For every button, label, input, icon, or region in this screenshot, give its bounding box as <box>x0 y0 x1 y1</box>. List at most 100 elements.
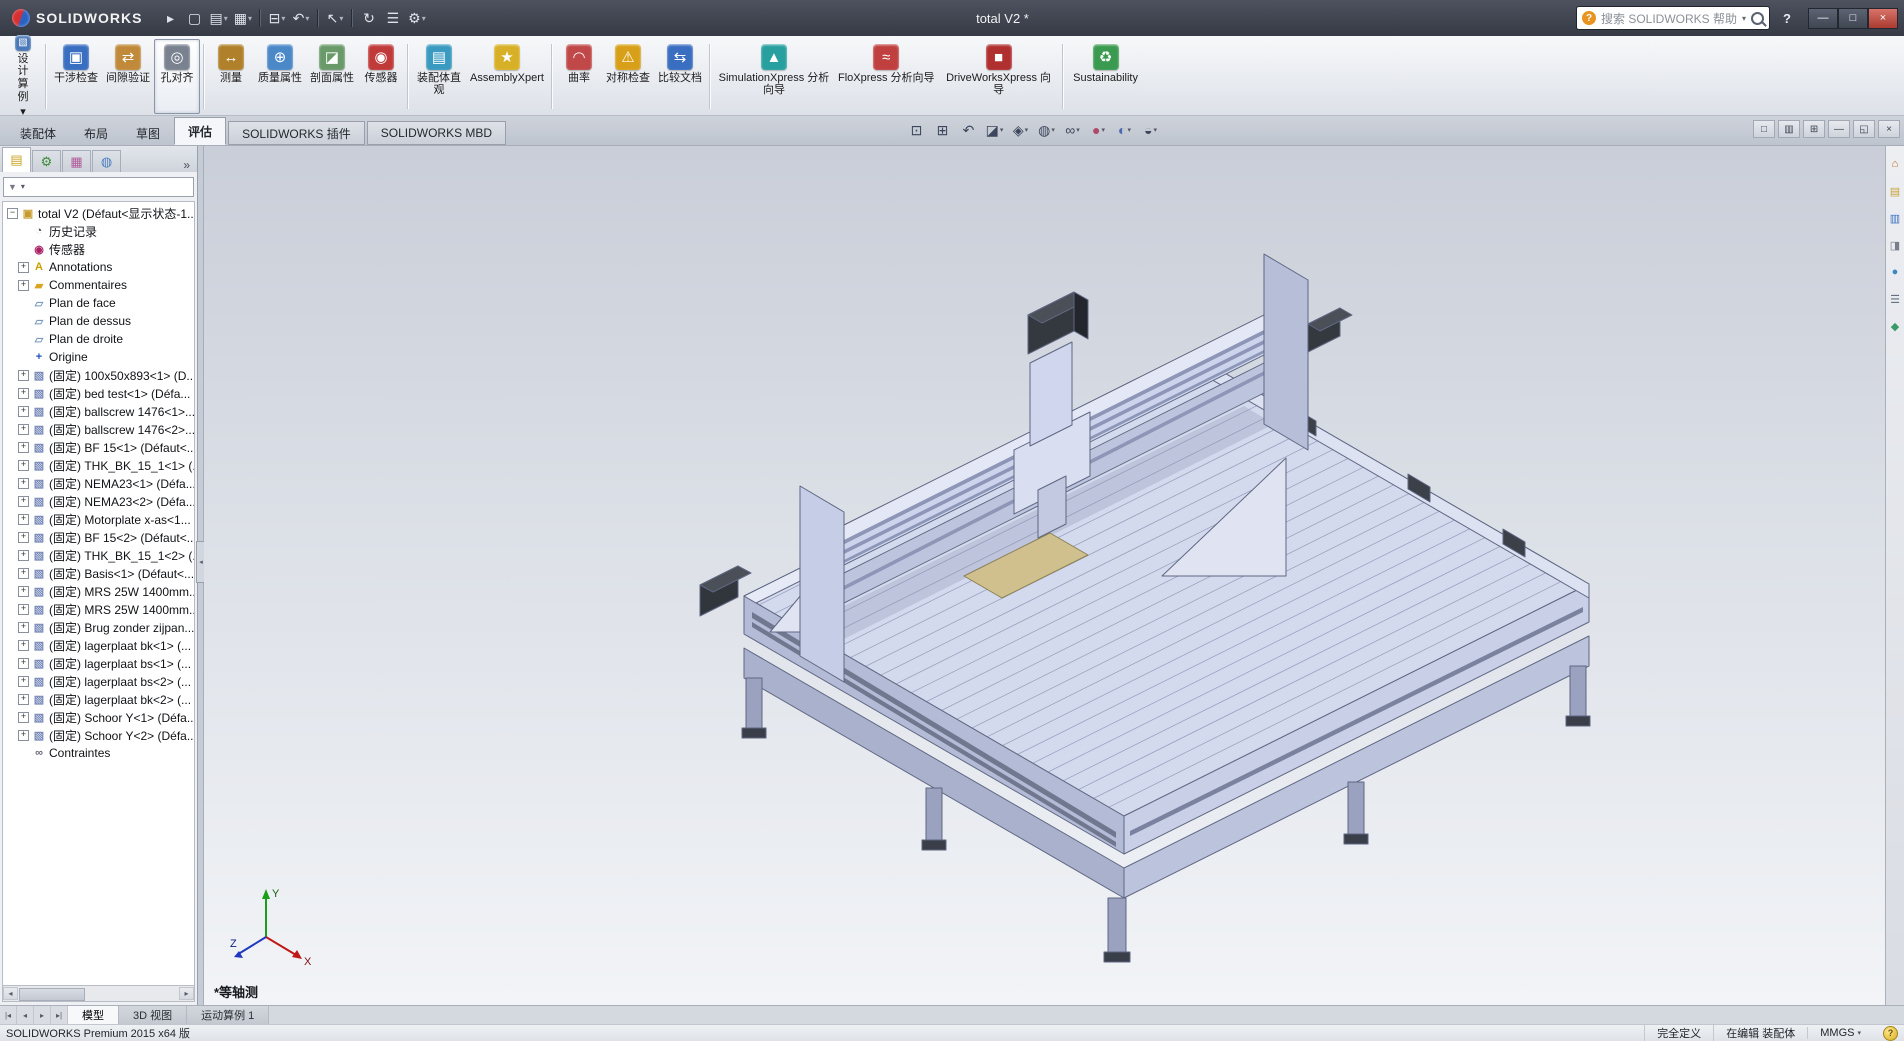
tree-item[interactable]: +▧(固定) NEMA23<1> (Défa... <box>3 474 194 492</box>
cnc-machine-model[interactable] <box>204 146 1885 1005</box>
tree-filter-input[interactable]: ▼ ▾ <box>3 177 194 197</box>
tree-item[interactable]: +▧(固定) Brug zonder zijpan... <box>3 618 194 636</box>
doc-minimize-button[interactable]: — <box>1828 120 1850 138</box>
expander-plus-icon[interactable]: + <box>18 280 29 291</box>
expander-plus-icon[interactable]: + <box>18 370 29 381</box>
command-tab-4[interactable]: SOLIDWORKS 插件 <box>228 121 365 145</box>
scrollbar-track[interactable] <box>18 987 179 1000</box>
select-button[interactable]: ↖▾ <box>323 5 347 31</box>
expander-plus-icon[interactable]: + <box>18 694 29 705</box>
tree-item[interactable]: +▧(固定) lagerplaat bs<1> (... <box>3 654 194 672</box>
tree-item[interactable]: +▧(固定) ballscrew 1476<2>... <box>3 420 194 438</box>
filter-dropdown-icon[interactable]: ▾ <box>21 182 25 191</box>
zoom-fit-button[interactable]: ⊡ <box>905 118 928 142</box>
tree-item[interactable]: +▧(固定) bed test<1> (Défa... <box>3 384 194 402</box>
forum-button[interactable]: ◆ <box>1887 318 1903 334</box>
expander-plus-icon[interactable]: + <box>18 262 29 273</box>
section-properties-button[interactable]: ◪剖面属性 <box>306 39 358 114</box>
document-tab-0[interactable]: 模型 <box>68 1006 119 1024</box>
scrollbar-thumb[interactable] <box>19 988 85 1001</box>
expander-plus-icon[interactable]: + <box>18 640 29 651</box>
expander-plus-icon[interactable]: + <box>18 730 29 741</box>
hole-alignment-button[interactable]: ◎孔对齐 <box>154 39 200 114</box>
mass-properties-button[interactable]: ⊕质量属性 <box>254 39 306 114</box>
split-two-view-button[interactable]: ▥ <box>1778 120 1800 138</box>
symmetry-check-button[interactable]: ⚠对称检查 <box>602 39 654 114</box>
options-button[interactable]: ⚙▾ <box>405 5 429 31</box>
single-view-button[interactable]: □ <box>1753 120 1775 138</box>
file-explorer-button[interactable]: ▥ <box>1887 210 1903 226</box>
simulationxpress-wizard-button[interactable]: ▲SimulationXpress 分析向导 <box>714 39 834 114</box>
displaymanager-tab[interactable]: ◍ <box>92 150 121 172</box>
panel-expand-button[interactable]: » <box>178 158 195 172</box>
next-tab-button[interactable]: ▸ <box>34 1006 51 1024</box>
tree-item[interactable]: +▧(固定) MRS 25W 1400mm... <box>3 600 194 618</box>
interference-detection-button[interactable]: ▣干涉检查 <box>50 39 102 114</box>
tree-item[interactable]: +▧(固定) NEMA23<2> (Défa... <box>3 492 194 510</box>
previous-view-button[interactable]: ↶ <box>957 118 980 142</box>
doc-close-button[interactable]: × <box>1878 120 1900 138</box>
sustainability-button[interactable]: ♻Sustainability <box>1067 39 1145 114</box>
view-settings-button[interactable]: ◒▾ <box>1139 118 1162 142</box>
expander-plus-icon[interactable]: + <box>18 568 29 579</box>
tree-item[interactable]: +▧(固定) lagerplaat bs<2> (... <box>3 672 194 690</box>
tree-item[interactable]: −▣total V2 (Défaut<显示状态-1... <box>3 204 194 222</box>
curvature-button[interactable]: ◠曲率 <box>556 39 602 114</box>
expander-plus-icon[interactable]: + <box>18 622 29 633</box>
hide-show-items-button[interactable]: ∞▾ <box>1061 118 1084 142</box>
edit-appearance-button[interactable]: ●▾ <box>1087 118 1110 142</box>
command-tab-3[interactable]: 评估 <box>174 117 226 145</box>
driveworksxpress-wizard-button[interactable]: ■DriveWorksXpress 向导 <box>939 39 1059 114</box>
section-view-button[interactable]: ◪▾ <box>983 118 1006 142</box>
custom-properties-button[interactable]: ☰ <box>1887 291 1903 307</box>
tree-item[interactable]: +Origine <box>3 348 194 366</box>
sensor-button[interactable]: ◉传感器 <box>358 39 404 114</box>
search-input[interactable]: ? 搜索 SOLIDWORKS 帮助 ▾ <box>1576 6 1770 30</box>
zoom-area-button[interactable]: ⊞ <box>931 118 954 142</box>
expander-plus-icon[interactable]: + <box>18 658 29 669</box>
scroll-right-button[interactable]: ▸ <box>179 987 194 1000</box>
tree-item[interactable]: +▧(固定) Schoor Y<1> (Défa... <box>3 708 194 726</box>
tree-item[interactable]: +▧(固定) MRS 25W 1400mm... <box>3 582 194 600</box>
prev-tab-button[interactable]: ◂ <box>17 1006 34 1024</box>
tree-item[interactable]: +▧(固定) BF 15<2> (Défaut<... <box>3 528 194 546</box>
command-tab-1[interactable]: 布局 <box>70 121 122 145</box>
file-properties-button[interactable]: ☰ <box>381 5 405 31</box>
help-button[interactable]: ? <box>1776 7 1798 29</box>
command-tab-5[interactable]: SOLIDWORKS MBD <box>367 121 506 145</box>
maximize-button[interactable]: □ <box>1838 8 1868 29</box>
display-style-button[interactable]: ◍▾ <box>1035 118 1058 142</box>
design-library-button[interactable]: ▤ <box>1887 183 1903 199</box>
tree-item[interactable]: +▧(固定) Basis<1> (Défaut<... <box>3 564 194 582</box>
expander-plus-icon[interactable]: + <box>18 442 29 453</box>
expander-plus-icon[interactable]: + <box>18 388 29 399</box>
expander-plus-icon[interactable]: + <box>18 496 29 507</box>
tree-item[interactable]: +▧(固定) THK_BK_15_1<1> (... <box>3 456 194 474</box>
propertymanager-tab[interactable]: ⚙ <box>32 150 61 172</box>
assemblyxpert-button[interactable]: ★AssemblyXpert <box>466 39 548 114</box>
document-tab-1[interactable]: 3D 视图 <box>119 1006 187 1024</box>
expander-plus-icon[interactable]: + <box>18 532 29 543</box>
first-tab-button[interactable]: |◂ <box>0 1006 17 1024</box>
save-button[interactable]: ▦▾ <box>231 5 255 31</box>
tree-item[interactable]: +▧(固定) BF 15<1> (Défaut<... <box>3 438 194 456</box>
tree-item[interactable]: ◉传感器 <box>3 240 194 258</box>
expander-plus-icon[interactable]: + <box>18 604 29 615</box>
quick-tips-icon[interactable]: ? <box>1883 1026 1898 1041</box>
new-document-button[interactable]: ▢ <box>182 5 206 31</box>
assembly-visualization-button[interactable]: ▤装配体直观 <box>412 39 466 114</box>
solidworks-resources-button[interactable]: ⌂ <box>1887 156 1903 172</box>
expander-plus-icon[interactable]: + <box>18 550 29 561</box>
scroll-left-button[interactable]: ◂ <box>3 987 18 1000</box>
expander-plus-icon[interactable]: + <box>18 712 29 723</box>
doc-restore-button[interactable]: ◱ <box>1853 120 1875 138</box>
tree-item[interactable]: ▱Plan de droite <box>3 330 194 348</box>
measure-button[interactable]: ↔测量 <box>208 39 254 114</box>
tree-item[interactable]: +▧(固定) ballscrew 1476<1>... <box>3 402 194 420</box>
minimize-button[interactable]: — <box>1808 8 1838 29</box>
tree-item[interactable]: +▧(固定) lagerplaat bk<1> (... <box>3 636 194 654</box>
open-button[interactable]: ▤▾ <box>206 5 230 31</box>
clearance-verification-button[interactable]: ⇄间隙验证 <box>102 39 154 114</box>
tree-item[interactable]: +▧(固定) lagerplaat bk<2> (... <box>3 690 194 708</box>
apply-scene-button[interactable]: ◐▾ <box>1113 118 1136 142</box>
